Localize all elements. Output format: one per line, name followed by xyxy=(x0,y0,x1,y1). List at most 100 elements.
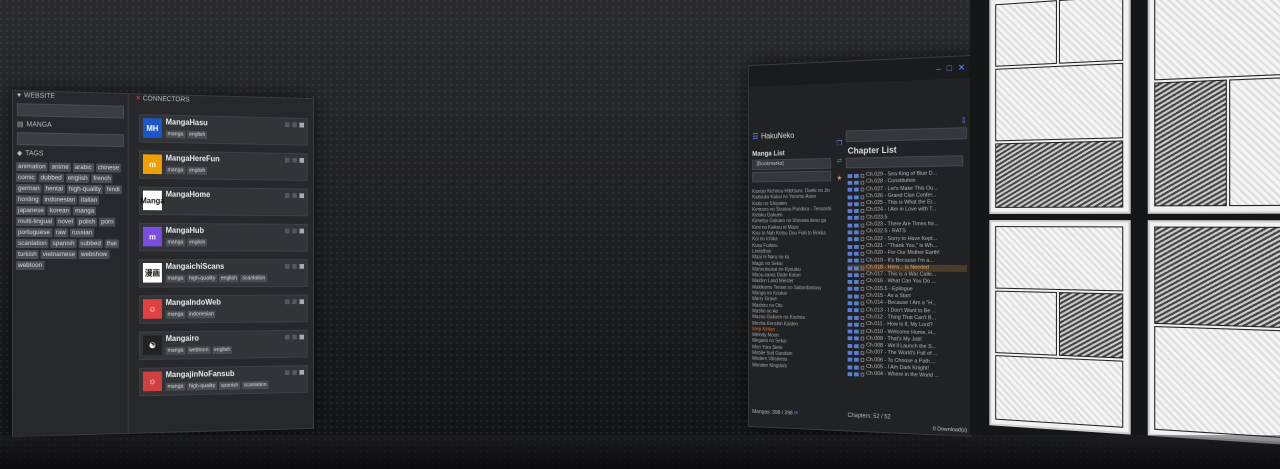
chapter-checkbox[interactable] xyxy=(860,315,865,320)
chapter-checkbox[interactable] xyxy=(860,308,865,313)
tag-chip[interactable]: multi-lingual xyxy=(15,217,54,227)
connector-card[interactable]: ☯ Mangairo manga webtoon english xyxy=(139,329,308,361)
tag-chip[interactable]: hindi xyxy=(104,185,122,195)
cloud-download-icon[interactable] xyxy=(847,244,853,249)
settings-icon[interactable] xyxy=(292,122,297,128)
cloud-download-icon[interactable] xyxy=(847,322,853,327)
chapter-list-item[interactable]: Ch.022 - Sorry to Have Kept... xyxy=(847,236,967,243)
bookmark-icon[interactable] xyxy=(285,299,290,305)
tag-chip[interactable]: subbed xyxy=(78,239,103,249)
chapter-checkbox[interactable] xyxy=(860,287,865,292)
manga-connector-select[interactable]: [Bookmarks] xyxy=(752,158,832,171)
cloud-download-icon[interactable] xyxy=(847,223,853,228)
settings-icon[interactable] xyxy=(292,157,297,163)
tag-chip[interactable]: turkish xyxy=(15,250,39,260)
cloud-download-icon[interactable] xyxy=(847,357,853,362)
tag-chip[interactable]: polish xyxy=(76,217,98,227)
eye-icon[interactable] xyxy=(854,322,859,327)
chapter-checkbox[interactable] xyxy=(860,230,865,235)
connector-card[interactable]: ☺ MangaIndoWeb manga indonesian xyxy=(139,294,308,324)
menu-icon[interactable]: ☰ xyxy=(752,132,758,141)
bookmark-icon[interactable] xyxy=(285,122,290,128)
cloud-download-icon[interactable] xyxy=(847,202,853,207)
chapter-checkbox[interactable] xyxy=(860,322,865,327)
tag-chip[interactable]: korean xyxy=(47,206,72,216)
chapter-checkbox[interactable] xyxy=(860,223,865,228)
chapter-checkbox[interactable] xyxy=(860,372,865,377)
maximize-icon[interactable]: □ xyxy=(947,63,952,74)
tag-chip[interactable]: manga xyxy=(73,206,97,216)
eye-icon[interactable] xyxy=(854,280,859,285)
eye-icon[interactable] xyxy=(854,187,859,192)
eye-icon[interactable] xyxy=(854,336,859,341)
bookmark-icon[interactable] xyxy=(285,263,290,269)
settings-icon[interactable] xyxy=(292,299,297,305)
open-icon[interactable] xyxy=(299,157,305,163)
chapter-checkbox[interactable] xyxy=(860,358,865,363)
settings-icon[interactable] xyxy=(292,370,297,375)
chapter-checkbox[interactable] xyxy=(860,173,865,178)
settings-icon[interactable] xyxy=(292,193,297,199)
cloud-download-icon[interactable] xyxy=(847,336,853,341)
cloud-download-icon[interactable] xyxy=(847,180,853,185)
cloud-download-icon[interactable] xyxy=(847,195,853,199)
manga-filter-input[interactable] xyxy=(16,132,124,148)
tag-chip[interactable]: dubbed xyxy=(38,173,64,183)
chapter-checkbox[interactable] xyxy=(860,351,865,356)
cloud-download-icon[interactable] xyxy=(847,187,853,192)
eye-icon[interactable] xyxy=(854,251,859,256)
settings-icon[interactable] xyxy=(292,228,297,234)
open-icon[interactable] xyxy=(299,334,305,340)
copy-icon[interactable]: ❐ xyxy=(836,139,842,147)
downloads-status[interactable]: 0 Download(s) xyxy=(933,426,967,433)
bookmark-icon[interactable] xyxy=(285,370,290,376)
connector-card[interactable]: ☺ MangajinNoFansub manga high-quality spanis… xyxy=(139,365,308,397)
tag-chip[interactable]: hosting xyxy=(15,195,41,205)
eye-icon[interactable] xyxy=(854,173,859,178)
connector-card[interactable]: Manga MangaHome xyxy=(139,186,308,217)
eye-icon[interactable] xyxy=(854,287,859,292)
tag-chip[interactable]: raw xyxy=(53,228,68,238)
cloud-download-icon[interactable] xyxy=(847,173,853,178)
chapter-language-select[interactable] xyxy=(845,127,968,143)
close-icon[interactable]: ✕ xyxy=(958,62,965,73)
eye-icon[interactable] xyxy=(854,351,859,356)
eye-icon[interactable] xyxy=(854,194,859,199)
cloud-download-icon[interactable] xyxy=(847,209,853,214)
chapter-checkbox[interactable] xyxy=(860,237,865,242)
tag-chip[interactable]: german xyxy=(15,184,42,194)
eye-icon[interactable] xyxy=(854,365,859,370)
eye-icon[interactable] xyxy=(854,358,859,363)
tag-chip[interactable]: porn xyxy=(99,217,116,227)
tag-chip[interactable]: high-quality xyxy=(66,184,103,194)
eye-icon[interactable] xyxy=(854,294,859,299)
chapter-checkbox[interactable] xyxy=(860,301,865,306)
cloud-download-icon[interactable] xyxy=(847,237,853,242)
tag-chip[interactable]: chinese xyxy=(95,163,122,173)
cloud-download-icon[interactable] xyxy=(847,258,853,263)
chapter-checkbox[interactable] xyxy=(860,180,865,185)
connector-card[interactable]: m MangaHub manga english xyxy=(139,222,308,252)
chapter-checkbox[interactable] xyxy=(860,194,865,199)
tag-chip[interactable]: vietnamese xyxy=(40,250,78,260)
cloud-download-icon[interactable] xyxy=(847,350,853,355)
cloud-download-icon[interactable] xyxy=(847,329,853,334)
eye-icon[interactable] xyxy=(854,308,859,313)
open-icon[interactable] xyxy=(299,369,305,375)
sync-icon[interactable]: ⇄ xyxy=(837,157,842,165)
open-icon[interactable] xyxy=(299,228,305,234)
tag-chip[interactable]: scanlation xyxy=(15,239,49,249)
chapter-checkbox[interactable] xyxy=(860,209,865,214)
eye-icon[interactable] xyxy=(854,265,859,270)
eye-icon[interactable] xyxy=(854,202,859,206)
chapter-checkbox[interactable] xyxy=(860,251,865,256)
eye-icon[interactable] xyxy=(854,230,859,235)
cloud-download-icon[interactable] xyxy=(847,216,853,221)
tag-chip[interactable]: animation xyxy=(15,162,48,172)
bookmark-icon[interactable] xyxy=(285,157,290,163)
tag-chip[interactable]: thai xyxy=(104,239,119,249)
open-icon[interactable] xyxy=(299,299,305,305)
minimize-icon[interactable]: – xyxy=(936,63,941,74)
bookmark-icon[interactable] xyxy=(285,193,290,198)
chapter-checkbox[interactable] xyxy=(860,216,865,221)
